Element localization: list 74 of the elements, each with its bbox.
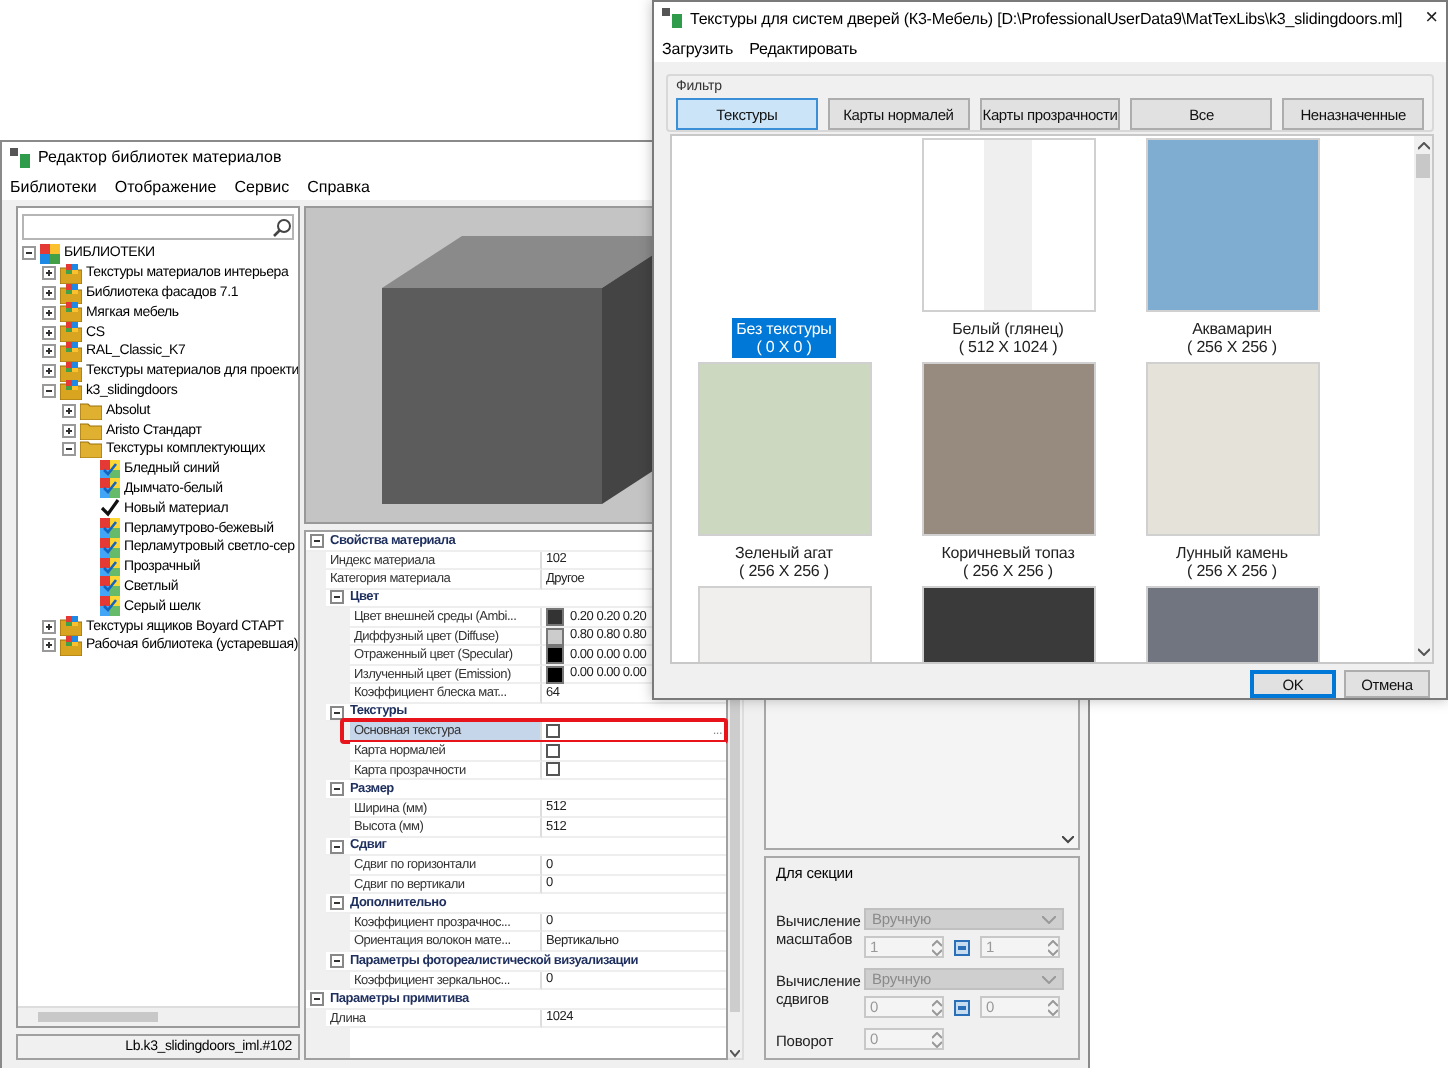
folder-icon [80,401,102,420]
collapse-icon[interactable] [62,442,76,457]
expand-icon[interactable] [42,325,56,340]
expand-icon[interactable] [42,305,56,320]
folder-icon [80,440,102,459]
expand-icon[interactable] [42,364,56,379]
chevron-down-icon [1042,915,1056,923]
app-icon [10,147,30,167]
material-icon [100,478,120,499]
menu-item[interactable]: Редактировать [749,39,858,57]
collapse-icon[interactable] [330,590,344,605]
expand-icon[interactable] [62,423,76,438]
expand-icon[interactable] [42,638,56,653]
library-folder-icon [60,361,82,382]
library-folder-icon [60,302,82,323]
material-icon [100,557,120,578]
menu-item[interactable]: Справка [307,177,371,195]
collapse-icon[interactable] [42,383,56,398]
scroll-down-icon[interactable] [730,1050,740,1058]
material-icon [100,518,120,539]
tile-caption[interactable]: Без текстуры ( 0 X 0 ) [732,318,836,358]
collapse-icon[interactable] [330,839,344,854]
folder-icon [80,421,102,440]
texture-tile[interactable] [1145,138,1319,312]
scroll-down-icon[interactable] [1062,836,1074,844]
search-icon[interactable] [272,217,292,237]
material-icon [100,459,120,480]
collapse-icon[interactable] [310,991,324,1006]
chevron-down-icon [1042,975,1056,983]
library-folder-icon [60,616,82,637]
scroll-thumb[interactable] [38,1012,158,1022]
tile-caption[interactable]: Белый (глянец) ( 512 X 1024 ) [948,318,1068,358]
library-folder-icon [60,283,82,303]
menu-item[interactable]: Сервис [234,177,290,195]
texture-tile[interactable] [1145,362,1319,536]
expand-icon[interactable] [62,403,76,418]
tile-caption[interactable]: Аквамарин ( 256 X 256 ) [1183,318,1281,358]
collapse-icon[interactable] [310,533,324,548]
material-icon [100,596,120,617]
collapse-icon[interactable] [330,705,344,720]
collapse-icon[interactable] [22,246,36,261]
library-icon [40,243,60,264]
tile-caption[interactable]: Зеленый агат ( 256 X 256 ) [731,542,837,582]
menu-item[interactable]: Загрузить [662,39,734,57]
texture-tile[interactable] [697,362,871,536]
expand-icon[interactable] [42,619,56,634]
collapse-icon[interactable] [330,896,344,911]
scroll-thumb[interactable] [1416,154,1430,178]
texture-tile[interactable] [921,138,1095,312]
check-icon [100,498,120,519]
window-title: Текстуры для систем дверей (К3-Мебель) [D:\ProfessionalUserData9\MatTexLibs\k3_slidingdoors.ml] [690,9,1403,27]
material-icon [100,537,120,558]
menu-item[interactable]: Библиотеки [10,177,97,195]
scroll-down-icon[interactable] [1417,648,1429,656]
search-field[interactable] [22,214,294,240]
expand-icon[interactable] [42,344,56,359]
library-folder-icon [60,635,82,656]
library-folder-icon [60,380,82,401]
collapse-icon[interactable] [330,953,344,968]
library-folder-icon [60,322,82,343]
expand-icon[interactable] [42,285,56,300]
window-title: Редактор библиотек материалов [38,148,282,166]
texture-tile[interactable] [921,362,1095,536]
scroll-up-icon[interactable] [1417,142,1429,150]
library-folder-icon [60,341,82,362]
library-folder-icon [60,263,82,284]
close-button[interactable]: × [1425,6,1438,30]
expand-icon[interactable] [42,266,56,281]
material-icon [100,576,120,597]
app-icon [662,8,682,28]
tile-caption[interactable]: Лунный камень ( 256 X 256 ) [1172,542,1292,582]
menu-item[interactable]: Отображение [114,177,217,195]
tile-caption[interactable]: Коричневый топаз ( 256 X 256 ) [937,542,1079,582]
collapse-icon[interactable] [330,781,344,796]
